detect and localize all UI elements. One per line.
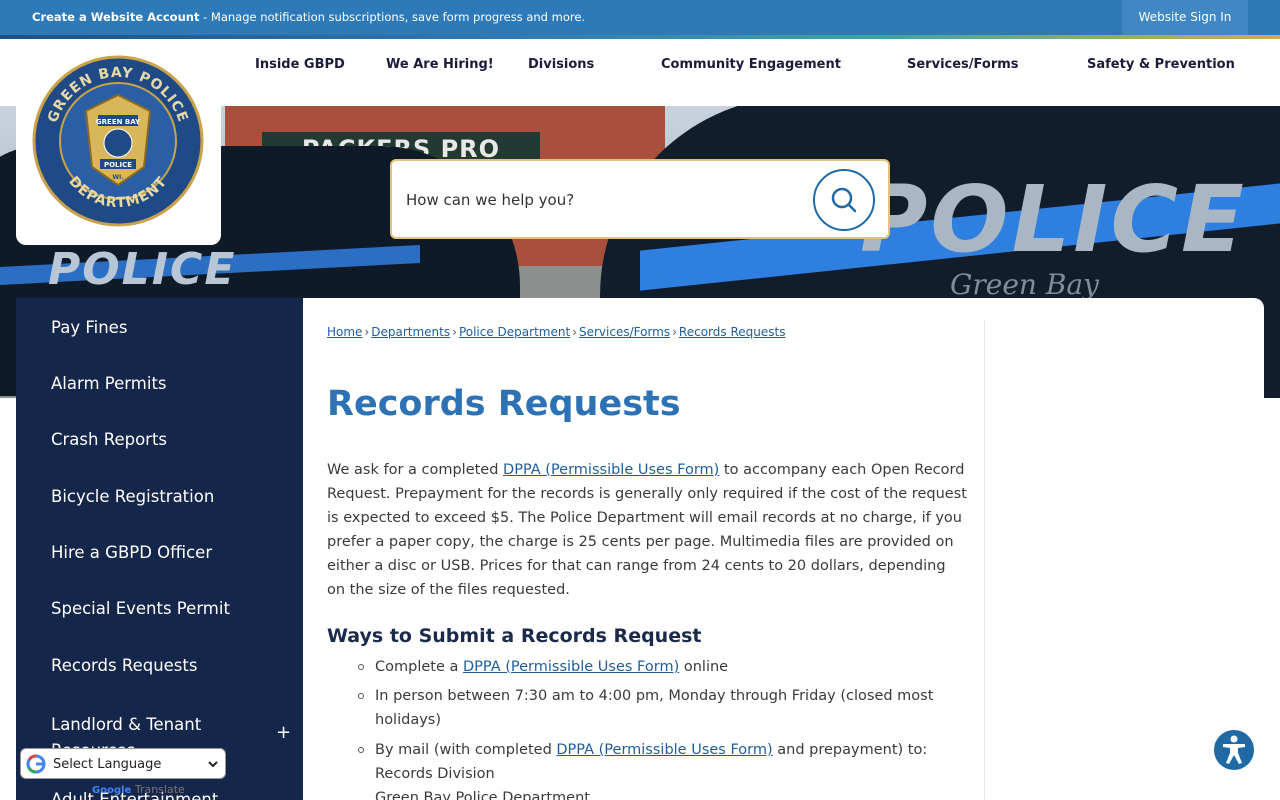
sidebar-navigation: Pay Fines Alarm Permits Crash Reports Bi… — [16, 298, 303, 800]
breadcrumb-separator: › — [452, 325, 457, 339]
search-input[interactable] — [406, 183, 806, 217]
police-car-right-text: POLICE — [860, 166, 1247, 273]
list-bullet-icon — [358, 747, 364, 753]
site-search-box — [390, 159, 890, 239]
list-bullet-icon — [358, 693, 364, 699]
sidebar-item-alarm-permits[interactable]: Alarm Permits — [51, 374, 167, 393]
sidebar-item-bicycle-registration[interactable]: Bicycle Registration — [51, 487, 214, 506]
intro-text-after: to accompany each Open Record Request. P… — [327, 462, 967, 598]
nav-item-community-engagement[interactable]: Community Engagement — [661, 39, 841, 91]
top-notification-bar: Create a Website Account - Manage notifi… — [0, 0, 1280, 35]
list-item-text: Complete a — [375, 659, 463, 675]
list-item-text: online — [679, 659, 729, 675]
google-label: Google — [92, 785, 132, 796]
mailing-address-line: Green Bay Police Department — [375, 790, 590, 800]
list-item: Complete a DPPA (Permissible Uses Form) … — [375, 655, 975, 679]
breadcrumb: Home › Departments › Police Department › Servi… — [327, 325, 785, 339]
breadcrumb-home[interactable]: Home — [327, 325, 362, 339]
list-item-text: By mail (with completed — [375, 742, 557, 758]
right-column-divider — [984, 320, 985, 800]
website-sign-in-button[interactable]: Website Sign In — [1122, 0, 1248, 35]
accessibility-button[interactable] — [1212, 728, 1256, 772]
google-translate-credit: Google Translate — [92, 783, 185, 796]
mailing-address-line: Records Division — [375, 766, 495, 782]
breadcrumb-separator: › — [572, 325, 577, 339]
sidebar-item-special-events-permit[interactable]: Special Events Permit — [51, 599, 230, 618]
nav-item-safety-prevention[interactable]: Safety & Prevention — [1087, 39, 1235, 91]
search-button[interactable] — [813, 169, 875, 231]
language-selector[interactable]: Select Language — [20, 748, 226, 779]
nav-item-divisions[interactable]: Divisions — [528, 39, 594, 91]
list-bullet-icon — [358, 664, 364, 670]
list-item-text: and prepayment) to: — [772, 742, 928, 758]
breadcrumb-separator: › — [672, 325, 677, 339]
create-account-message: Create a Website Account - Manage notifi… — [32, 10, 585, 24]
search-icon — [831, 187, 857, 213]
accessibility-icon — [1223, 735, 1245, 764]
google-g-icon — [26, 754, 46, 774]
badge-top-text: GREEN BAY — [96, 118, 141, 126]
sidebar-item-pay-fines[interactable]: Pay Fines — [51, 318, 127, 337]
ways-to-submit-heading: Ways to Submit a Records Request — [327, 625, 702, 647]
create-account-link[interactable]: Create a Website Account — [32, 10, 199, 24]
create-account-description: - Manage notification subscriptions, sav… — [199, 10, 586, 24]
sidebar-item-crash-reports[interactable]: Crash Reports — [51, 430, 167, 449]
list-item: In person between 7:30 am to 4:00 pm, Mo… — [375, 684, 965, 732]
dppa-form-link[interactable]: DPPA (Permissible Uses Form) — [503, 462, 719, 478]
badge-state-text: WI. — [112, 174, 123, 181]
police-car-left-text: POLICE — [48, 244, 237, 295]
page-title: Records Requests — [327, 384, 681, 424]
list-item-text: In person between 7:30 am to 4:00 pm, Mo… — [375, 688, 934, 728]
badge-center-seal — [103, 128, 133, 158]
gbpd-logo-seal[interactable]: GREEN BAY POLICE DEPARTMENT GREEN BAY PO… — [32, 55, 204, 227]
nav-item-inside-gbpd[interactable]: Inside GBPD — [255, 39, 345, 91]
breadcrumb-police-department[interactable]: Police Department — [459, 325, 570, 339]
breadcrumb-separator: › — [364, 325, 370, 339]
police-car-right-subtext: Green Bay — [950, 268, 1099, 301]
list-item: By mail (with completed DPPA (Permissibl… — [375, 738, 975, 762]
intro-text-before: We ask for a completed — [327, 462, 504, 478]
dppa-form-link[interactable]: DPPA (Permissible Uses Form) — [556, 742, 772, 758]
translate-label[interactable]: Translate — [135, 783, 185, 796]
expand-plus-icon[interactable]: + — [276, 722, 291, 743]
nav-item-we-are-hiring[interactable]: We Are Hiring! — [386, 39, 494, 91]
dppa-form-link[interactable]: DPPA (Permissible Uses Form) — [463, 659, 679, 675]
breadcrumb-departments[interactable]: Departments — [371, 325, 450, 339]
breadcrumb-records-requests[interactable]: Records Requests — [679, 325, 786, 339]
sidebar-item-hire-officer[interactable]: Hire a GBPD Officer — [51, 543, 212, 562]
breadcrumb-services-forms[interactable]: Services/Forms — [579, 325, 670, 339]
nav-item-services-forms[interactable]: Services/Forms — [907, 39, 1019, 91]
badge-mid-text: POLICE — [104, 161, 132, 169]
sidebar-item-records-requests[interactable]: Records Requests — [51, 656, 197, 675]
language-select[interactable]: Select Language — [49, 753, 221, 775]
intro-paragraph: We ask for a completed DPPA (Permissible… — [327, 458, 967, 602]
